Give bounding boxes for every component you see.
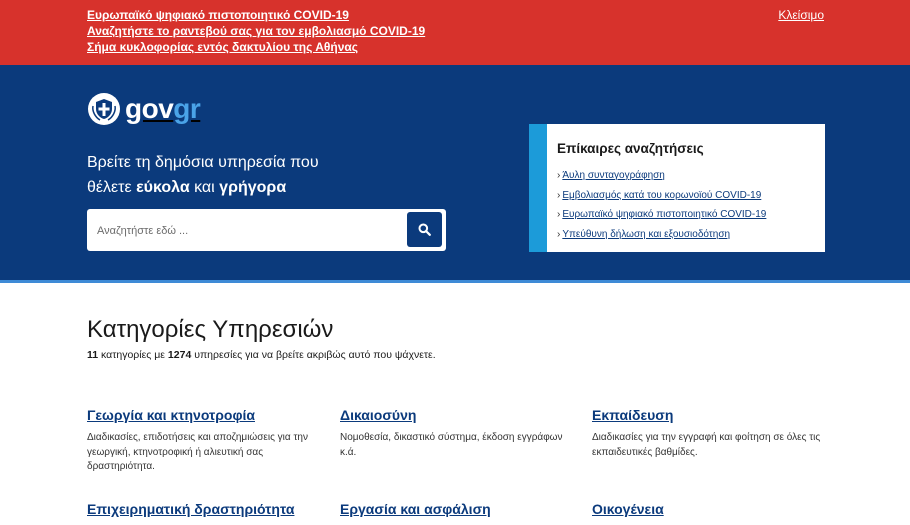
hero-title-prefix: θέλετε xyxy=(87,179,137,196)
summary-text-1: κατηγορίες με xyxy=(98,349,168,361)
categories-count: 11 xyxy=(87,349,99,361)
chevron-right-icon: › xyxy=(557,170,561,181)
category-title-justice[interactable]: Δικαιοσύνη xyxy=(340,407,575,423)
hero-section: govgr Βρείτε τη δημόσια υπηρεσία που θέλ… xyxy=(0,65,910,283)
search-icon xyxy=(418,223,431,236)
category-agriculture: Γεωργία και κτηνοτροφία Διαδικασίες, επι… xyxy=(87,407,322,475)
category-title-agriculture[interactable]: Γεωργία και κτηνοτροφία xyxy=(87,407,322,423)
chevron-right-icon: › xyxy=(557,209,561,220)
trending-link-covid-vaccination[interactable]: Εμβολιασμός κατά του κορωνοϊού COVID-19 xyxy=(562,190,761,201)
categories-summary: 11 κατηγορίες με 1274 υπηρεσίες για να β… xyxy=(87,349,436,361)
trending-item: › Άυλη συνταγογράφηση xyxy=(557,166,825,186)
alert-link-covid-certificate[interactable]: Ευρωπαϊκό ψηφιακό πιστοποιητικό COVID-19 xyxy=(87,7,425,23)
category-title-family[interactable]: Οικογένεια xyxy=(592,501,827,517)
category-description: Νομοθεσία, δικαστικό σύστημα, έκδοση εγγ… xyxy=(340,432,563,458)
alert-link-vaccination-appointment[interactable]: Αναζητήστε το ραντεβού σας για τον εμβολ… xyxy=(87,23,425,39)
logo-wordmark: govgr xyxy=(125,93,201,125)
hero-title-and: και xyxy=(189,179,220,196)
alert-bar: Ευρωπαϊκό ψηφιακό πιστοποιητικό COVID-19… xyxy=(0,0,910,65)
search-box xyxy=(87,209,446,251)
summary-text-2: υπηρεσίες για να βρείτε ακριβώς αυτό που… xyxy=(191,349,436,361)
services-count: 1274 xyxy=(167,349,192,361)
category-business: Επιχειρηματική δραστηριότητα xyxy=(87,501,322,525)
trending-searches-title: Επίκαιρες αναζητήσεις xyxy=(557,141,704,156)
hero-title-fast: γρήγορα xyxy=(219,179,287,196)
categories-heading: Κατηγορίες Υπηρεσιών xyxy=(87,316,334,343)
trending-searches-panel: Επίκαιρες αναζητήσεις › Άυλη συνταγογράφη… xyxy=(529,124,825,252)
category-title-education[interactable]: Εκπαίδευση xyxy=(592,407,827,423)
category-description: Διαδικασίες για την εγγραφή και φοίτηση … xyxy=(592,432,821,458)
greek-coat-of-arms-icon xyxy=(88,93,120,125)
trending-link-e-prescription[interactable]: Άυλη συνταγογράφηση xyxy=(562,170,665,181)
logo-text-gr: gr xyxy=(173,93,201,124)
category-education: Εκπαίδευση Διαδικασίες για την εγγραφή κ… xyxy=(592,407,827,460)
chevron-right-icon: › xyxy=(557,189,561,201)
search-button[interactable] xyxy=(407,212,442,247)
trending-item: › Εμβολιασμός κατά του κορωνοϊού COVID-19 xyxy=(557,186,825,206)
trending-searches-list: › Άυλη συνταγογράφηση › Εμβολιασμός κατά τ… xyxy=(557,166,825,244)
trending-link-solemn-declaration[interactable]: Υπεύθυνη δήλωση και εξουσιοδότηση xyxy=(562,229,730,240)
chevron-right-icon: › xyxy=(557,228,561,240)
govgr-logo[interactable]: govgr xyxy=(88,93,201,125)
hero-title-line2: θέλετε εύκολα και γρήγορα xyxy=(87,175,319,200)
hero-title-easy: εύκολα xyxy=(136,179,190,196)
category-family: Οικογένεια xyxy=(592,501,827,525)
alert-link-traffic-permit[interactable]: Σήμα κυκλοφορίας εντός δακτυλίου της Αθή… xyxy=(87,39,425,55)
trending-link-covid-certificate[interactable]: Ευρωπαϊκό ψηφιακό πιστοποιητικό COVID-19 xyxy=(562,209,766,220)
alert-links: Ευρωπαϊκό ψηφιακό πιστοποιητικό COVID-19… xyxy=(87,7,425,55)
category-employment: Εργασία και ασφάλιση xyxy=(340,501,575,525)
category-title-employment[interactable]: Εργασία και ασφάλιση xyxy=(340,501,575,517)
search-input[interactable] xyxy=(95,217,399,245)
category-description: Διαδικασίες, επιδοτήσεις και αποζημιώσει… xyxy=(87,432,308,472)
logo-text-gov: gov xyxy=(125,93,174,124)
hero-title: Βρείτε τη δημόσια υπηρεσία που θέλετε εύ… xyxy=(87,150,319,200)
trending-item: › Υπεύθυνη δήλωση και εξουσιοδότηση xyxy=(557,225,825,245)
trending-item: › Ευρωπαϊκό ψηφιακό πιστοποιητικό COVID-1… xyxy=(557,205,825,225)
hero-title-line1: Βρείτε τη δημόσια υπηρεσία που xyxy=(87,154,319,171)
category-justice: Δικαιοσύνη Νομοθεσία, δικαστικό σύστημα,… xyxy=(340,407,575,460)
close-alert-link[interactable]: Κλείσιμο xyxy=(778,7,824,23)
category-title-business[interactable]: Επιχειρηματική δραστηριότητα xyxy=(87,501,322,517)
